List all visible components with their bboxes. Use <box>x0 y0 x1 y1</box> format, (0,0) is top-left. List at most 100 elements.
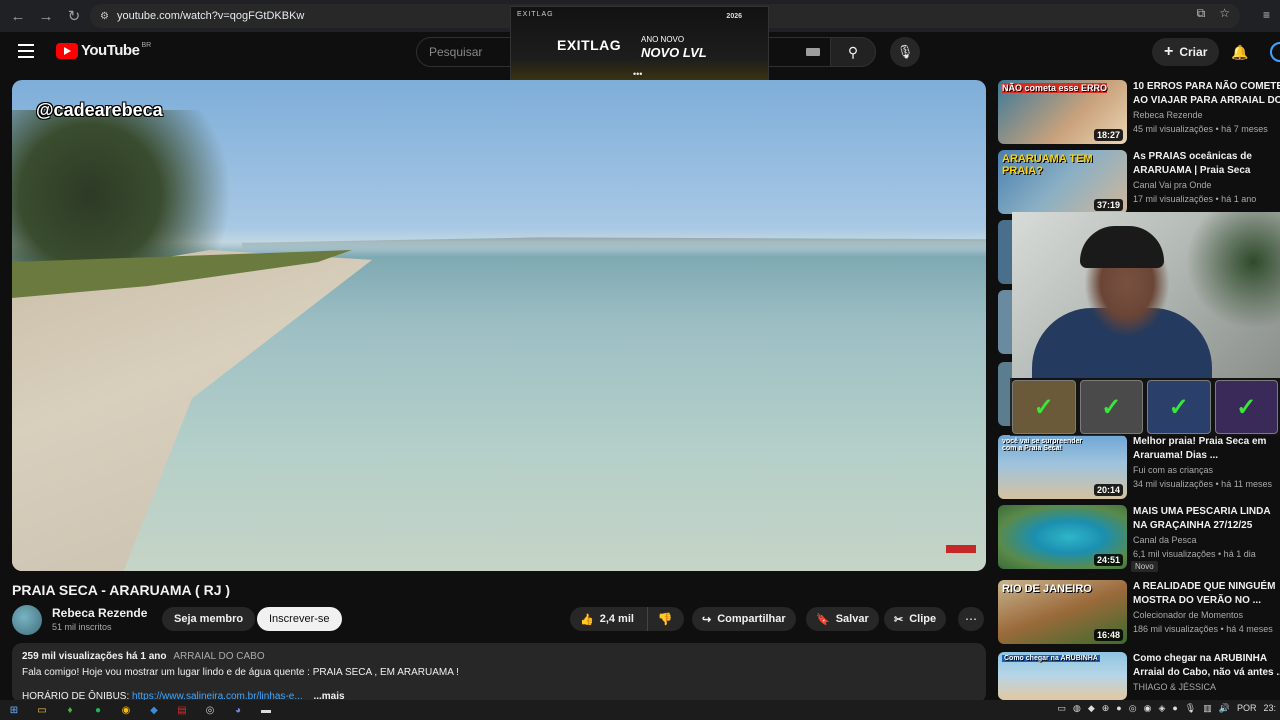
youtube-logo[interactable]: YouTube BR <box>56 42 151 59</box>
language-indicator[interactable]: POR <box>1237 703 1257 714</box>
app-icon[interactable]: ▤ <box>168 700 196 720</box>
tray-icon[interactable]: ◉ <box>1144 703 1152 714</box>
tray-icon[interactable]: ◍ <box>1073 703 1081 714</box>
subscribe-button[interactable]: Inscrever-se <box>257 607 342 631</box>
voice-search-button[interactable]: 🎙 <box>890 37 920 67</box>
clock[interactable]: 23: <box>1263 703 1276 714</box>
app-icon[interactable]: ◆ <box>140 700 168 720</box>
network-icon[interactable]: ▥ <box>1203 703 1212 714</box>
video-title[interactable]: As PRAIAS oceânicas de <box>1133 150 1280 164</box>
chrome-icon[interactable]: ◉ <box>112 700 140 720</box>
forward-icon[interactable]: → <box>32 2 60 30</box>
video-meta: 34 mil visualizações • há 11 meses <box>1133 479 1273 489</box>
keyboard-icon[interactable] <box>806 48 820 56</box>
video-thumbnail[interactable]: RIO DE JANEIRO 16:48 <box>998 580 1127 644</box>
obscured-thumbnail[interactable] <box>998 220 1012 284</box>
channel-watermark-logo[interactable] <box>946 545 976 553</box>
windows-start-icon[interactable]: ⊞ <box>0 700 28 720</box>
check-tile-icon: ✓ <box>1012 380 1076 434</box>
share-button[interactable]: ↪ Compartilhar <box>692 607 796 631</box>
thumbnail-text: você vai se surpreender com a Praia Seca… <box>1002 438 1083 452</box>
app-icon[interactable]: ♦ <box>56 700 84 720</box>
video-thumbnail[interactable]: Como chegar na ARUBINHA <box>998 652 1127 700</box>
channel-name[interactable]: Canal Vai pra Onde <box>1133 180 1211 190</box>
install-app-icon[interactable]: ⧉ <box>1197 6 1206 21</box>
discord-icon[interactable]: ◕ <box>224 700 252 720</box>
tray-icon[interactable]: ▭ <box>1057 703 1066 714</box>
channel-name[interactable]: Rebeca Rezende <box>52 606 147 620</box>
bookmark-icon: 🔖 <box>816 613 830 626</box>
tray-icon[interactable]: ◎ <box>1129 703 1137 714</box>
steam-icon[interactable]: ◎ <box>196 700 224 720</box>
channel-name[interactable]: Colecionador de Momentos <box>1133 610 1243 620</box>
ad-overlay[interactable]: EXITLAG 2026 EXITLAG ANO NOVO NOVO LVL •… <box>510 6 769 82</box>
clip-button[interactable]: ✂ Clipe <box>884 607 947 631</box>
recommended-video[interactable]: Como chegar na ARUBINHA Como chegar na A… <box>998 652 1280 700</box>
video-thumbnail[interactable]: ARARUAMA TEM PRAIA? 37:19 <box>998 150 1127 214</box>
check-tile-icon: ✓ <box>1147 380 1211 434</box>
video-meta: 6,1 mil visualizações • há 1 dia <box>1133 549 1256 559</box>
back-icon[interactable]: ← <box>4 2 32 30</box>
account-avatar[interactable] <box>1270 42 1280 62</box>
webcam-overlay <box>1012 212 1280 378</box>
recommended-video[interactable]: RIO DE JANEIRO 16:48 A REALIDADE QUE NIN… <box>998 580 1280 644</box>
tray-icon[interactable]: ⊕ <box>1102 703 1110 714</box>
video-title[interactable]: 10 ERROS PARA NÃO COMETER AO VIAJAR PARA… <box>1133 80 1280 94</box>
spotify-icon[interactable]: ● <box>84 700 112 720</box>
tray-icon[interactable]: ● <box>1116 703 1121 714</box>
app-icon[interactable]: ▬ <box>252 700 280 720</box>
video-title-line-2: AO VIAJAR PARA ARRAIAL DO <box>1133 95 1280 106</box>
thumbs-down-icon: 👎 <box>657 612 673 626</box>
create-button[interactable]: + Criar <box>1152 38 1220 66</box>
more-actions-icon[interactable]: ⋯ <box>958 607 984 631</box>
channel-name[interactable]: THIAGO & JÉSSICA <box>1133 682 1216 692</box>
notifications-bell-icon[interactable]: 🔔 <box>1228 40 1252 64</box>
file-explorer-icon[interactable]: ▭ <box>28 700 56 720</box>
video-meta: 45 mil visualizações • há 7 meses <box>1133 124 1268 134</box>
channel-avatar[interactable] <box>12 605 42 635</box>
ad-badge: 2026 <box>726 13 742 20</box>
plus-icon: + <box>1164 43 1174 60</box>
video-thumbnail[interactable]: NÃO cometa esse ERRO 18:27 <box>998 80 1127 144</box>
description-box[interactable]: 259 mil visualizações há 1 ano ARRAIAL D… <box>12 643 986 703</box>
video-title[interactable]: A REALIDADE QUE NINGUÉM <box>1133 580 1280 594</box>
obscured-thumbnail[interactable] <box>998 290 1012 354</box>
thumbnail-text: Como chegar na ARUBINHA <box>1002 655 1100 662</box>
like-button[interactable]: 👍 2,4 mil <box>570 607 648 631</box>
reload-icon[interactable]: ↻ <box>60 2 88 30</box>
channel-name[interactable]: Fui com as crianças <box>1133 465 1213 475</box>
recommended-video[interactable]: NÃO cometa esse ERRO 18:27 10 ERROS PARA… <box>998 80 1280 144</box>
recommended-video[interactable]: 24:51 MAIS UMA PESCARIA LINDA NA GRAÇAIN… <box>998 505 1280 572</box>
recommended-video[interactable]: você vai se surpreender com a Praia Seca… <box>998 435 1280 499</box>
video-title-line-2: Arraial do Cabo, não vá antes ... <box>1133 667 1280 678</box>
video-title[interactable]: Como chegar na ARUBINHA <box>1133 652 1280 666</box>
channel-name[interactable]: Canal da Pesca <box>1133 535 1197 545</box>
video-title[interactable]: MAIS UMA PESCARIA LINDA <box>1133 505 1280 519</box>
search-button[interactable]: ⚲ <box>830 37 876 67</box>
site-info-icon[interactable]: ⚙ <box>100 11 109 22</box>
dislike-button[interactable]: 👎 <box>648 607 682 631</box>
video-title-line-2: NA GRAÇAINHA 27/12/25 <box>1133 520 1253 531</box>
tray-icon[interactable]: ◈ <box>1158 703 1165 714</box>
reading-list-icon[interactable]: ≡ <box>1263 8 1270 22</box>
thumbnail-text: RIO DE JANEIRO <box>1002 583 1092 595</box>
video-title[interactable]: Melhor praia! Praia Seca em <box>1133 435 1280 449</box>
tray-icon[interactable]: ◆ <box>1088 703 1095 714</box>
video-meta: 17 mil visualizações • há 1 ano <box>1133 194 1257 204</box>
thumbnail-text: ARARUAMA TEM PRAIA? <box>1002 153 1093 177</box>
bookmark-star-icon[interactable]: ☆ <box>1219 6 1230 21</box>
create-label: Criar <box>1179 45 1208 59</box>
volume-icon[interactable]: 🔊 <box>1219 703 1230 714</box>
save-button[interactable]: 🔖 Salvar <box>806 607 879 631</box>
microphone-icon[interactable]: 🎙 <box>1185 703 1196 714</box>
video-player[interactable]: @cadearebeca <box>12 80 986 571</box>
join-button[interactable]: Seja membro <box>162 607 256 631</box>
location-tag[interactable]: ARRAIAL DO CABO <box>173 651 264 662</box>
like-dislike-group: 👍 2,4 mil 👎 <box>570 607 684 631</box>
video-thumbnail[interactable]: 24:51 <box>998 505 1127 569</box>
recommended-video[interactable]: ARARUAMA TEM PRAIA? 37:19 As PRAIAS oceâ… <box>998 150 1280 214</box>
video-thumbnail[interactable]: você vai se surpreender com a Praia Seca… <box>998 435 1127 499</box>
channel-name[interactable]: Rebeca Rezende <box>1133 110 1203 120</box>
hamburger-menu-icon[interactable] <box>18 40 40 62</box>
tray-icon[interactable]: ● <box>1172 703 1177 714</box>
